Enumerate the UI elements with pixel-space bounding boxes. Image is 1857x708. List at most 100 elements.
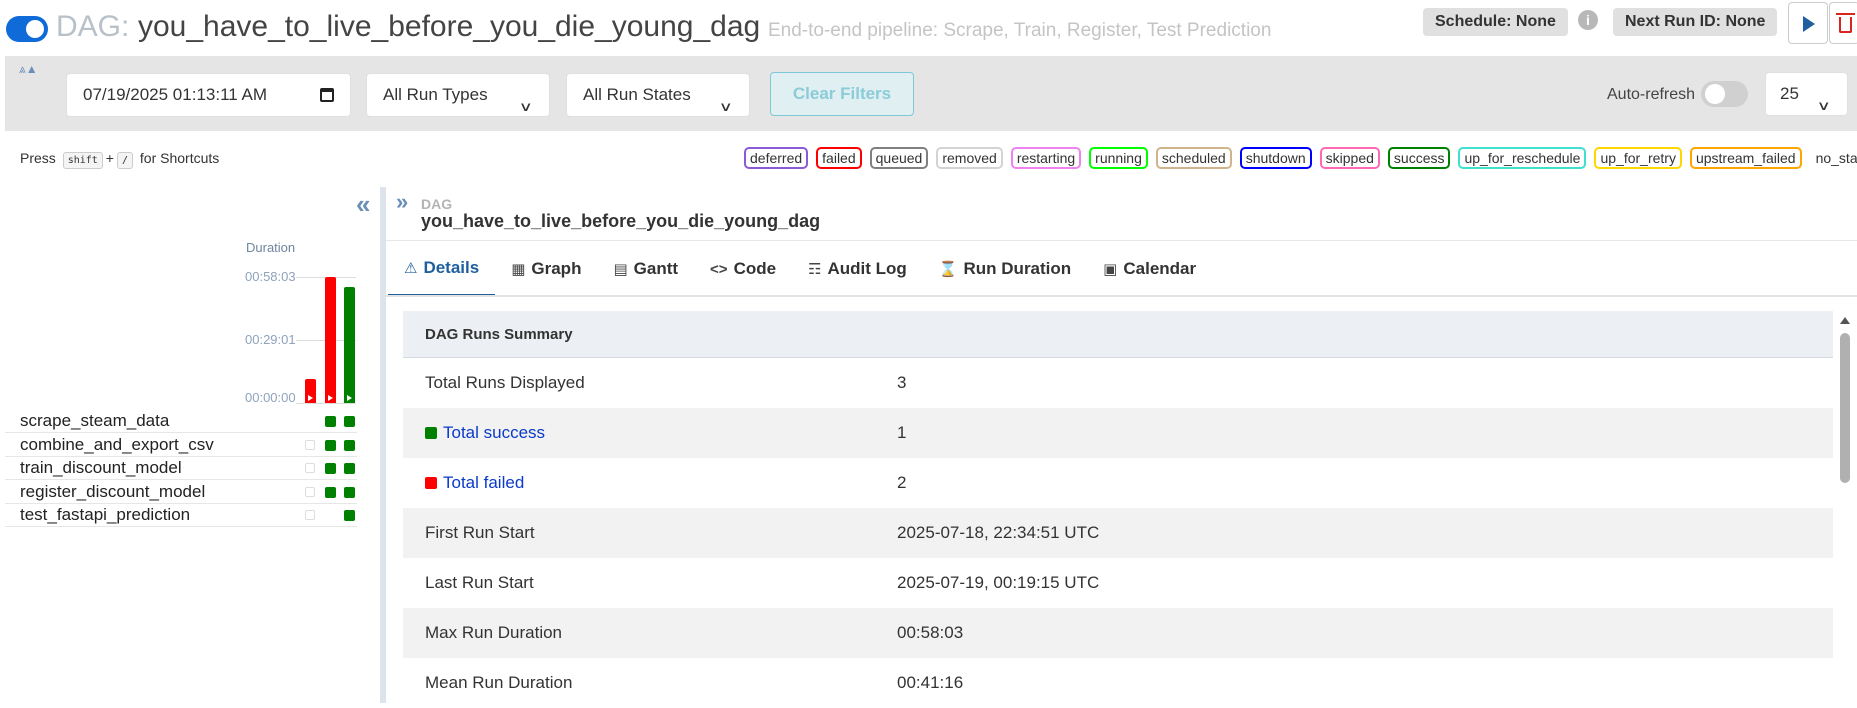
task-name[interactable]: combine_and_export_csv [20,435,214,455]
base-date-input[interactable]: 07/19/2025 01:13:11 AM [66,73,351,117]
task-row[interactable]: register_discount_model [5,480,357,504]
task-instance-cell[interactable] [305,439,315,450]
state-legend: deferred failed queued removed restarting run… [744,147,1857,169]
legend-item-success[interactable]: success [1387,147,1451,169]
dag-pause-toggle[interactable] [6,16,48,42]
task-name[interactable]: register_discount_model [20,482,205,502]
breadcrumb[interactable]: DAG [421,196,452,212]
tab-details[interactable]: ⚠ Details [388,241,496,297]
tick-line [296,403,356,404]
toggle-knob [26,20,44,38]
dag-description: End-to-end pipeline: Scrape, Train, Regi… [768,20,1272,41]
legend-item-queued[interactable]: queued [869,147,929,169]
expand-icon[interactable]: » [396,189,408,215]
task-instance-cell[interactable] [344,416,355,427]
autorefresh-label: Auto-refresh [1607,86,1696,103]
task-name[interactable]: train_discount_model [20,458,182,478]
task-instance-cell[interactable] [344,463,355,474]
tab-graph[interactable]: ▦ Graph [495,241,597,297]
task-row[interactable]: test_fastapi_prediction [5,503,357,527]
chevron-down-icon: ∨ [719,99,734,114]
task-instance-cell[interactable] [305,463,315,473]
summary-row: Total success 1 [403,408,1833,458]
legend-item-restarting[interactable]: restarting [1010,147,1082,169]
base-date-value: 07/19/2025 01:13:11 AM [83,85,268,104]
total-failed-link[interactable]: Total failed [443,473,524,492]
task-row[interactable]: train_discount_model [5,456,357,480]
legend-item-upstream-failed[interactable]: upstream_failed [1689,147,1802,169]
run-states-select[interactable]: All Run States ∨ [566,73,750,117]
scroll-thumb[interactable] [1840,333,1850,483]
scrollbar[interactable] [1838,317,1852,703]
collapse-up-icon[interactable]: ⩓▲ [19,62,38,77]
gantt-icon: ▤ [613,261,628,278]
slash-key: / [116,152,134,169]
task-instance-cell[interactable] [325,463,336,474]
chevron-down-icon: ∨ [519,99,534,114]
schedule-badge: Schedule: None [1423,8,1568,36]
task-instance-cell[interactable] [344,486,355,498]
duration-tick: 00:58:03 [245,269,296,284]
run-duration-bar[interactable] [305,379,316,403]
play-icon [347,395,352,401]
legend-item-skipped[interactable]: skipped [1319,147,1380,169]
tab-run-duration[interactable]: ⌛ Run Duration [923,241,1087,297]
delete-dag-button[interactable] [1829,2,1857,44]
shift-key: shift [62,152,103,169]
hourglass-icon: ⌛ [938,261,958,278]
calendar-icon: ▣ [1103,261,1118,278]
task-name[interactable]: test_fastapi_prediction [20,505,190,525]
summary-row: Max Run Duration 00:58:03 [403,608,1833,658]
tab-gantt[interactable]: ▤ Gantt [597,241,694,297]
task-name[interactable]: scrape_steam_data [20,411,169,431]
legend-item-shutdown[interactable]: shutdown [1239,147,1312,169]
task-row[interactable]: combine_and_export_csv [5,433,357,457]
page-size-select[interactable]: 25 ∨ [1765,72,1848,116]
legend-item-up-for-reschedule[interactable]: up_for_reschedule [1458,147,1587,169]
scroll-up-icon[interactable] [1840,317,1850,324]
run-duration-bar[interactable] [344,287,355,403]
clear-filters-button[interactable]: Clear Filters [770,72,914,116]
details-tabs: ⚠ Details ▦ Graph ▤ Gantt <> Code ☶ Audit Log… [388,241,1212,297]
legend-item-no-status[interactable]: no_status [1816,150,1857,166]
legend-item-failed[interactable]: failed [816,147,862,169]
grid-panel: « Duration 00:58:03 00:29:01 00:00:00 sc… [0,187,380,703]
warning-triangle-icon: ⚠ [404,259,418,277]
play-icon [308,395,313,401]
run-types-select[interactable]: All Run Types ∨ [366,73,550,117]
task-instance-cell[interactable] [344,510,355,521]
tab-calendar[interactable]: ▣ Calendar [1087,241,1212,297]
total-success-link[interactable]: Total success [443,423,545,442]
legend-item-removed[interactable]: removed [936,147,1003,169]
task-instance-cell[interactable] [325,439,336,451]
audit-log-icon: ☶ [808,261,822,278]
task-instance-cell[interactable] [344,439,355,451]
tab-audit-log[interactable]: ☶ Audit Log [792,241,923,297]
info-icon[interactable]: i [1578,10,1598,30]
trigger-dag-button[interactable] [1788,2,1828,44]
task-instance-cell[interactable] [325,416,336,427]
run-duration-bar[interactable] [325,277,336,403]
summary-row: Last Run Start 2025-07-19, 00:19:15 UTC [425,573,1100,592]
task-instance-cell[interactable] [305,486,315,497]
dag-prefix: DAG: [56,10,130,43]
tab-code[interactable]: <> Code [694,241,792,297]
autorefresh-toggle[interactable] [1701,81,1748,107]
task-instance-cell[interactable] [305,510,315,520]
duration-tick: 00:29:01 [245,332,296,347]
legend-item-scheduled[interactable]: scheduled [1155,147,1232,169]
legend-item-running[interactable]: running [1089,147,1148,169]
graph-icon: ▦ [511,261,526,278]
collapse-grid-icon[interactable]: « [356,189,370,220]
calendar-picker-icon[interactable] [320,88,334,102]
code-icon: <> [710,260,728,278]
legend-item-up-for-retry[interactable]: up_for_retry [1594,147,1682,169]
task-row[interactable]: scrape_steam_data [5,409,357,433]
task-instance-cell[interactable] [325,486,336,498]
success-square-icon [425,427,437,439]
legend-item-deferred[interactable]: deferred [744,147,809,169]
next-run-badge: Next Run ID: None [1613,8,1778,36]
play-icon [1803,16,1815,32]
toggle-knob [1705,84,1725,104]
shortcuts-hint: Press shift + / for Shortcuts [20,150,219,169]
